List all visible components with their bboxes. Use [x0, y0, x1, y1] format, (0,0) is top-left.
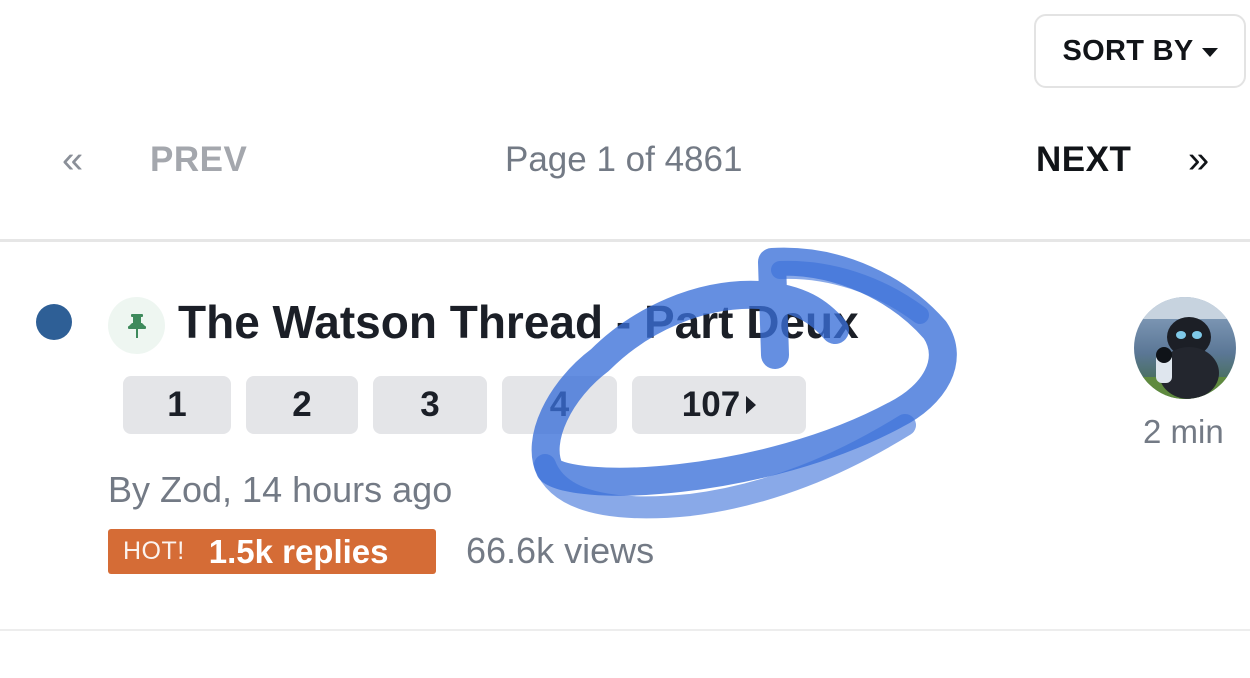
last-poster-avatar[interactable] [1134, 297, 1236, 399]
page-number: 2 [292, 385, 312, 424]
page-number: 1 [167, 385, 187, 424]
topic-page-3-button[interactable]: 3 [373, 376, 487, 434]
topic-page-4-button[interactable]: 4 [502, 376, 617, 434]
divider [0, 239, 1250, 242]
next-page-button[interactable]: NEXT [1036, 136, 1131, 184]
topic-title-link[interactable]: The Watson Thread - Part Deux [178, 294, 859, 350]
forum-topic-list: SORT BY « PREV Page 1 of 4861 NEXT » The… [0, 0, 1250, 678]
topic-last-page-button[interactable]: 107 [632, 376, 806, 434]
sort-by-label: SORT BY [1062, 34, 1194, 67]
pinned-badge [108, 297, 165, 354]
prev-page-button[interactable]: PREV [150, 136, 247, 184]
page-number: 3 [420, 385, 440, 424]
sort-by-button[interactable]: SORT BY [1034, 14, 1246, 88]
topic-page-2-button[interactable]: 2 [246, 376, 358, 434]
view-count: 66.6k views [466, 530, 655, 571]
caret-right-icon [746, 396, 757, 414]
last-activity-time: 2 min [1143, 413, 1224, 450]
page-number: 107 [681, 385, 741, 424]
caret-down-icon [1201, 47, 1218, 57]
hot-badge: HOT! 1.5k replies [108, 529, 436, 574]
reply-count: 1.5k replies [208, 532, 389, 570]
topic-author-line: By Zod, 14 hours ago [108, 469, 453, 510]
hot-label: HOT! [123, 537, 185, 565]
pin-icon [127, 313, 146, 338]
page-info[interactable]: Page 1 of 4861 [505, 136, 742, 184]
unread-indicator-icon[interactable] [36, 304, 72, 340]
divider [0, 629, 1250, 631]
avatar-image [1134, 297, 1236, 399]
page-number: 4 [549, 385, 570, 424]
last-page-icon[interactable]: » [1188, 136, 1209, 184]
first-page-icon[interactable]: « [62, 136, 83, 184]
topic-page-1-button[interactable]: 1 [123, 376, 231, 434]
